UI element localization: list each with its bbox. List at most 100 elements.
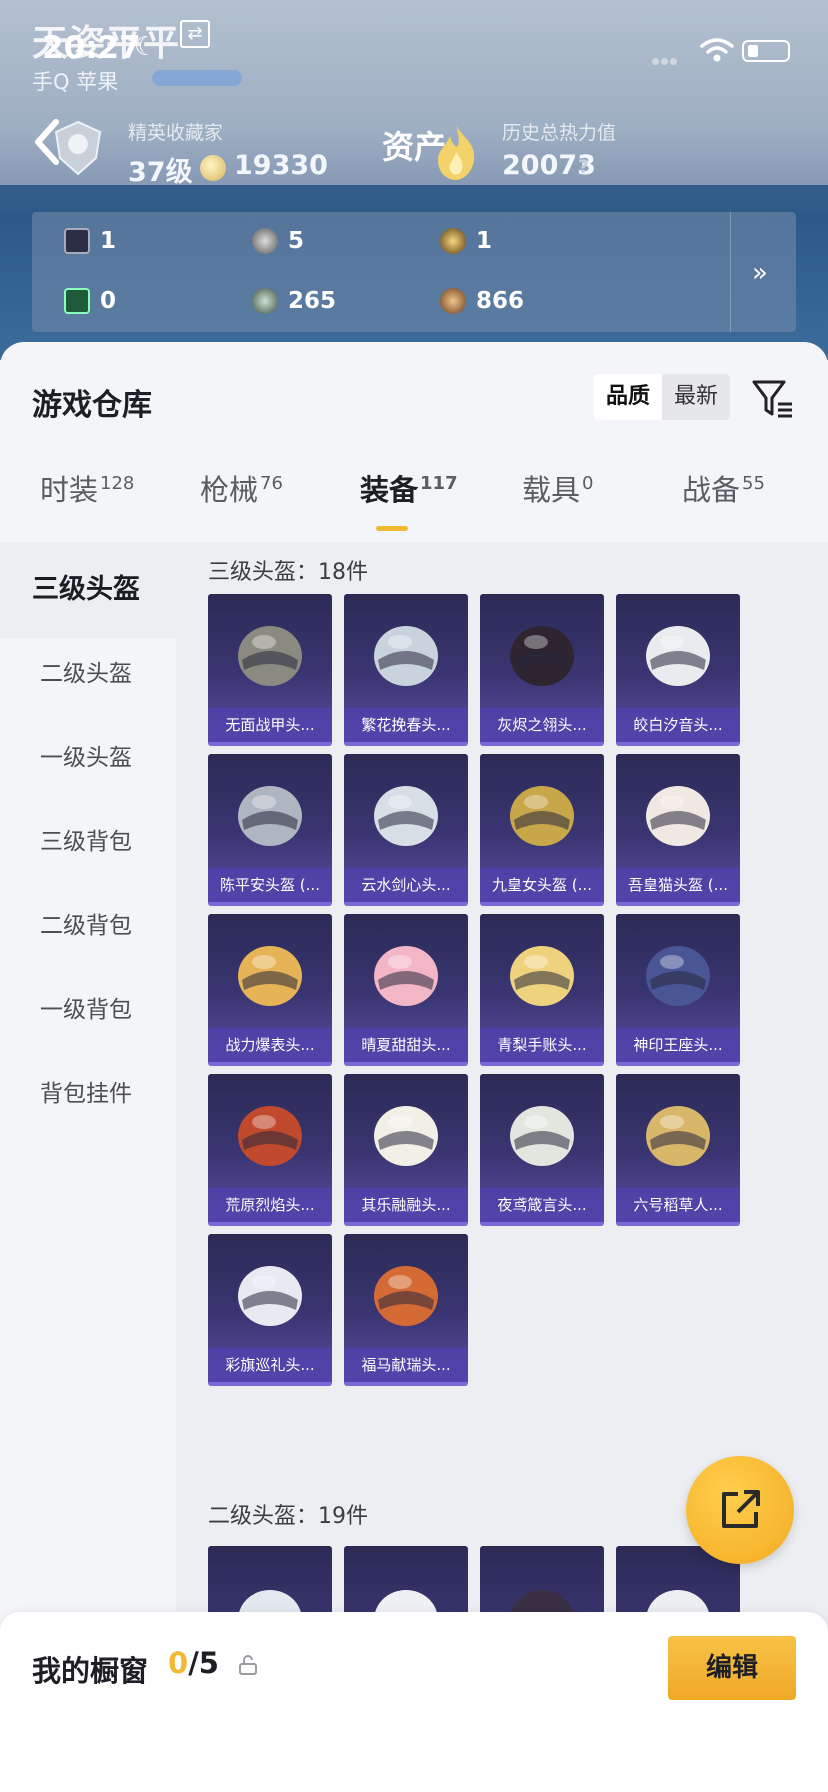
tab-label: 枪械 <box>200 473 259 507</box>
helmet-icon <box>374 946 438 1006</box>
item-card[interactable]: 彩旗巡礼头... <box>208 1234 332 1386</box>
sort-quality-button[interactable]: 品质 <box>594 374 663 420</box>
tab-count: 0 <box>582 473 594 495</box>
item-card[interactable]: 其乐融融头... <box>344 1074 468 1226</box>
sidebar-item-level2-helmet[interactable]: 二级头盔 <box>0 626 176 722</box>
item-card[interactable]: 福马献瑞头... <box>344 1234 468 1386</box>
sort-toggle: 品质 最新 <box>594 374 731 420</box>
stat-value: 5 <box>288 228 305 254</box>
coin-balance: 19330 <box>234 150 328 181</box>
item-card[interactable]: 荒原烈焰头... <box>208 1074 332 1226</box>
platform-label: 手Q 苹果 <box>32 70 119 94</box>
sort-newest-button[interactable]: 最新 <box>662 374 730 420</box>
stat-green-card: 0 <box>64 288 116 314</box>
helmet-icon <box>646 1106 710 1166</box>
item-name: 灰烬之翎头... <box>480 708 604 742</box>
item-card[interactable]: 皎白汐音头... <box>616 594 740 746</box>
tab-fashion[interactable]: 时装 128 <box>40 467 134 509</box>
currency-stats-panel <box>32 212 796 332</box>
tab-count: 128 <box>100 473 135 495</box>
gold-token-icon <box>440 228 466 254</box>
item-card[interactable]: 陈平安头盔 (... <box>208 754 332 906</box>
item-card[interactable]: 繁花挽春头... <box>344 594 468 746</box>
sidebar-item-level3-backpack[interactable]: 三级背包 <box>0 794 176 890</box>
battery-icon <box>742 40 790 62</box>
tab-label: 战备 <box>682 473 741 507</box>
stat-value: 1 <box>100 228 117 254</box>
double-chevron-right-icon[interactable]: » <box>752 258 768 288</box>
helmet-icon <box>510 626 574 686</box>
silver-coin-icon <box>252 228 278 254</box>
helmet-icon <box>646 946 710 1006</box>
helmet-icon <box>238 786 302 846</box>
sidebar-item-level3-helmet[interactable]: 三级头盔 <box>0 542 176 638</box>
helmet-icon <box>374 1106 438 1166</box>
share-button[interactable] <box>686 1456 794 1564</box>
tab-supplies[interactable]: 战备 55 <box>682 467 765 509</box>
showcase-count: 0/5 <box>168 1646 219 1680</box>
tab-count: 76 <box>260 473 283 495</box>
stat-value: 1 <box>476 228 493 254</box>
item-card[interactable]: 无面战甲头... <box>208 594 332 746</box>
helmet-icon <box>374 626 438 686</box>
bronze-coin-icon <box>440 288 466 314</box>
tab-label: 时装 <box>40 473 99 507</box>
switch-account-icon[interactable]: ⇄ <box>180 20 210 48</box>
item-card[interactable]: 夜鸢箴言头... <box>480 1074 604 1226</box>
stat-silver-coin: 5 <box>252 228 304 254</box>
helmet-icon <box>646 786 710 846</box>
item-name: 晴夏甜甜头... <box>344 1028 468 1062</box>
tab-guns[interactable]: 枪械 76 <box>200 467 283 509</box>
item-card[interactable]: 晴夏甜甜头... <box>344 914 468 1066</box>
helmet-icon <box>510 1106 574 1166</box>
item-name: 吾皇猫头盔 (... <box>616 868 740 902</box>
item-name: 福马献瑞头... <box>344 1348 468 1382</box>
edit-button[interactable]: 编辑 <box>668 1636 796 1700</box>
tab-equipment[interactable]: 装备 117 <box>360 467 458 509</box>
warehouse-title: 游戏仓库 <box>32 388 152 423</box>
stat-card: 1 <box>64 228 116 254</box>
active-tab-indicator <box>376 526 408 531</box>
stat-green-coin: 265 <box>252 288 336 314</box>
profile-header: 天姿平平 ⇄ 20:27 ☾ 手Q 苹果 精英收藏家 37级 19330 资产 … <box>0 0 828 360</box>
tab-count: 117 <box>420 473 458 495</box>
sidebar-item-level2-backpack[interactable]: 二级背包 <box>0 878 176 974</box>
status-time: 20:27 <box>42 30 141 66</box>
item-card[interactable]: 灰烬之翎头... <box>480 594 604 746</box>
rank-badge-icon <box>54 120 102 176</box>
item-name: 云水剑心头... <box>344 868 468 902</box>
item-card[interactable]: 神印王座头... <box>616 914 740 1066</box>
tab-vehicles[interactable]: 载具 0 <box>522 467 593 509</box>
item-card[interactable]: 九皇女头盔 (... <box>480 754 604 906</box>
filter-icon[interactable] <box>750 376 794 420</box>
help-icon[interactable]: ? <box>578 156 589 178</box>
item-name: 六号稻草人... <box>616 1188 740 1222</box>
item-name: 无面战甲头... <box>208 708 332 742</box>
tab-count: 55 <box>742 473 765 495</box>
stat-value: 866 <box>476 288 525 314</box>
item-card[interactable]: 云水剑心头... <box>344 754 468 906</box>
stat-value: 0 <box>100 288 117 314</box>
helmet-icon <box>238 1106 302 1166</box>
tab-label: 载具 <box>522 473 581 507</box>
item-name: 彩旗巡礼头... <box>208 1348 332 1382</box>
item-card[interactable]: 六号稻草人... <box>616 1074 740 1226</box>
sidebar-item-backpack-charm[interactable]: 背包挂件 <box>0 1046 176 1142</box>
item-card[interactable]: 吾皇猫头盔 (... <box>616 754 740 906</box>
flame-icon <box>438 126 475 180</box>
group-label-level2-helmet: 二级头盔：19件 <box>208 1504 368 1529</box>
item-name: 夜鸢箴言头... <box>480 1188 604 1222</box>
sidebar-item-level1-helmet[interactable]: 一级头盔 <box>0 710 176 806</box>
moon-icon: ☾ <box>134 32 158 62</box>
helmet-icon <box>374 786 438 846</box>
stat-bronze-coin: 866 <box>440 288 524 314</box>
coin-icon <box>200 155 226 181</box>
item-name: 皎白汐音头... <box>616 708 740 742</box>
player-level: 37级 <box>128 157 193 188</box>
item-name: 繁花挽春头... <box>344 708 468 742</box>
wifi-icon <box>700 38 734 62</box>
item-card[interactable]: 战力爆表头... <box>208 914 332 1066</box>
item-card[interactable]: 青梨手账头... <box>480 914 604 1066</box>
sidebar-item-level1-backpack[interactable]: 一级背包 <box>0 962 176 1058</box>
item-name: 九皇女头盔 (... <box>480 868 604 902</box>
